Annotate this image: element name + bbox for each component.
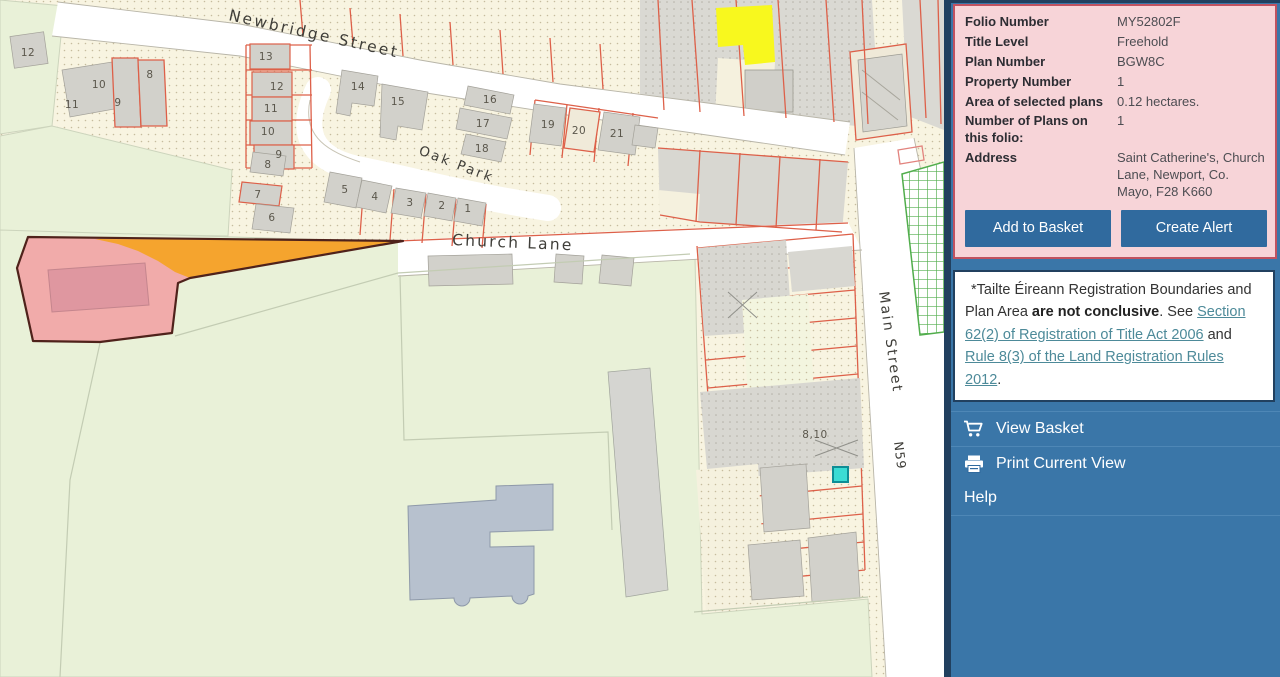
svg-text:13: 13 [259, 51, 273, 63]
info-row-folio-number: Folio Number MY52802F [965, 14, 1267, 31]
svg-text:20: 20 [572, 125, 586, 137]
map-canvas[interactable]: 12 11 10 9 8 13 12 11 10 9 14 15 16 17 1… [0, 0, 944, 677]
svg-text:1: 1 [464, 203, 471, 215]
svg-text:6: 6 [268, 212, 275, 224]
folio-info-panel: Folio Number MY52802F Title Level Freeho… [953, 4, 1277, 259]
svg-text:8: 8 [146, 69, 153, 81]
svg-text:21: 21 [610, 128, 624, 140]
svg-text:5: 5 [341, 184, 348, 196]
disclaimer-link-rule-8[interactable]: Rule 8(3) of the Land Registration Rules… [965, 349, 1224, 387]
svg-text:4: 4 [371, 191, 378, 203]
svg-text:2: 2 [438, 200, 445, 212]
svg-text:11: 11 [264, 103, 278, 115]
teal-marker[interactable] [833, 467, 848, 482]
info-row-plan-number: Plan Number BGW8C [965, 54, 1267, 71]
svg-text:19: 19 [541, 119, 555, 131]
info-row-area: Area of selected plans 0.12 hectares. [965, 94, 1267, 111]
info-row-title-level: Title Level Freehold [965, 34, 1267, 51]
svg-text:11: 11 [65, 99, 79, 111]
svg-text:12: 12 [270, 81, 284, 93]
info-row-property-number: Property Number 1 [965, 74, 1267, 91]
svg-text:15: 15 [391, 96, 405, 108]
svg-text:18: 18 [475, 143, 489, 155]
info-row-plans-count: Number of Plans on this folio: 1 [965, 113, 1267, 147]
print-current-view-item[interactable]: Print Current View [951, 446, 1280, 481]
svg-text:8: 8 [264, 159, 271, 171]
create-alert-button[interactable]: Create Alert [1121, 210, 1267, 247]
map-svg: 12 11 10 9 8 13 12 11 10 9 14 15 16 17 1… [0, 0, 944, 677]
plot-label-8-10: 8,10 [802, 429, 827, 441]
help-item[interactable]: Help [951, 481, 1280, 516]
view-basket-item[interactable]: View Basket [951, 411, 1280, 446]
svg-text:14: 14 [351, 81, 365, 93]
svg-text:3: 3 [406, 197, 413, 209]
svg-text:9: 9 [114, 97, 121, 109]
sidebar: Folio Number MY52802F Title Level Freeho… [944, 0, 1280, 677]
disclaimer-box: *Tailte Éireann Registration Boundaries … [953, 270, 1275, 402]
add-to-basket-button[interactable]: Add to Basket [965, 210, 1111, 247]
app-root: 12 11 10 9 8 13 12 11 10 9 14 15 16 17 1… [0, 0, 1280, 677]
svg-text:17: 17 [476, 118, 490, 130]
sidebar-menu: View Basket Print Current View Help [951, 411, 1280, 516]
info-row-address: Address Saint Catherine's, Church Lane, … [965, 150, 1267, 201]
panel-buttons: Add to Basket Create Alert [965, 210, 1267, 247]
svg-text:9: 9 [275, 149, 282, 161]
printer-icon [963, 455, 985, 473]
svg-text:10: 10 [92, 79, 106, 91]
svg-text:12: 12 [21, 47, 35, 59]
cart-icon [963, 420, 985, 438]
svg-text:7: 7 [254, 189, 261, 201]
svg-text:10: 10 [261, 126, 275, 138]
svg-text:16: 16 [483, 94, 497, 106]
